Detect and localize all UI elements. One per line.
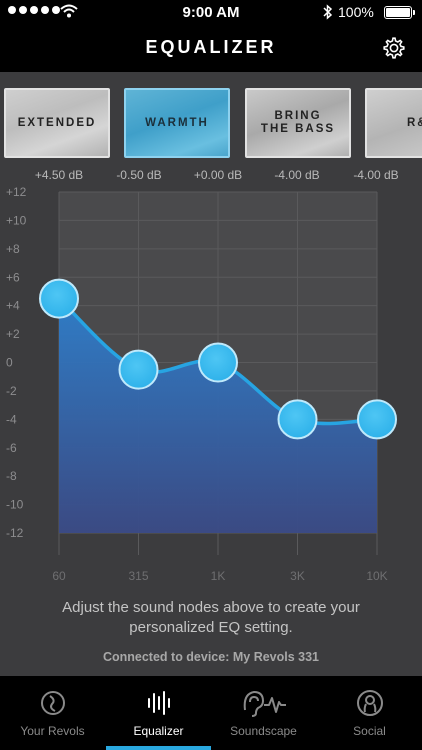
tab-label: Your Revols <box>20 724 85 738</box>
tab-label: Soundscape <box>230 724 297 738</box>
y-tick-label: -10 <box>6 498 24 512</box>
y-tick-label: +12 <box>6 185 27 199</box>
eq-node[interactable] <box>198 342 238 383</box>
tab-bar: Your Revols Equalizer Soundscape Social <box>0 676 422 750</box>
eq-instructions: Adjust the sound nodes above to create y… <box>62 599 360 636</box>
social-icon <box>356 690 383 716</box>
x-tick-label: 315 <box>128 569 148 583</box>
active-tab-indicator <box>106 746 211 750</box>
y-tick-label: +10 <box>6 213 27 227</box>
y-tick-label: 0 <box>6 356 13 370</box>
tab-equalizer[interactable]: Equalizer <box>106 676 211 750</box>
y-tick-label: -2 <box>6 384 17 398</box>
y-tick-label: +4 <box>6 299 20 313</box>
y-tick-label: -8 <box>6 469 17 483</box>
tab-social[interactable]: Social <box>317 676 422 750</box>
eq-node[interactable] <box>357 399 397 440</box>
tab-soundscape[interactable]: Soundscape <box>211 676 316 750</box>
tab-your-revols[interactable]: Your Revols <box>0 676 105 750</box>
y-tick-label: -12 <box>6 526 24 540</box>
eq-node[interactable] <box>39 278 79 319</box>
eq-node[interactable] <box>277 399 318 440</box>
soundscape-icon <box>243 690 286 717</box>
eq-node[interactable] <box>118 349 159 390</box>
revols-icon <box>40 691 65 715</box>
equalizer-icon <box>147 691 170 715</box>
x-tick-label: 1K <box>211 569 226 583</box>
y-tick-label: +2 <box>6 327 20 341</box>
tab-label: Equalizer <box>133 724 184 738</box>
tab-label: Social <box>353 724 386 738</box>
y-tick-label: +6 <box>6 270 20 284</box>
y-tick-label: +8 <box>6 242 20 256</box>
connected-device: Connected to device: My Revols 331 <box>102 650 320 664</box>
y-tick-label: -4 <box>6 412 17 426</box>
x-tick-label: 60 <box>52 569 66 583</box>
x-tick-label: 3K <box>290 569 305 583</box>
eq-chart[interactable]: +12 +10 +8 +6 +4 +2 0 -2 -4 -6 -8 -10 -12 60 315 1K 3K 10… <box>0 0 422 600</box>
x-tick-label: 10K <box>366 569 387 583</box>
y-tick-label: -6 <box>6 441 17 455</box>
